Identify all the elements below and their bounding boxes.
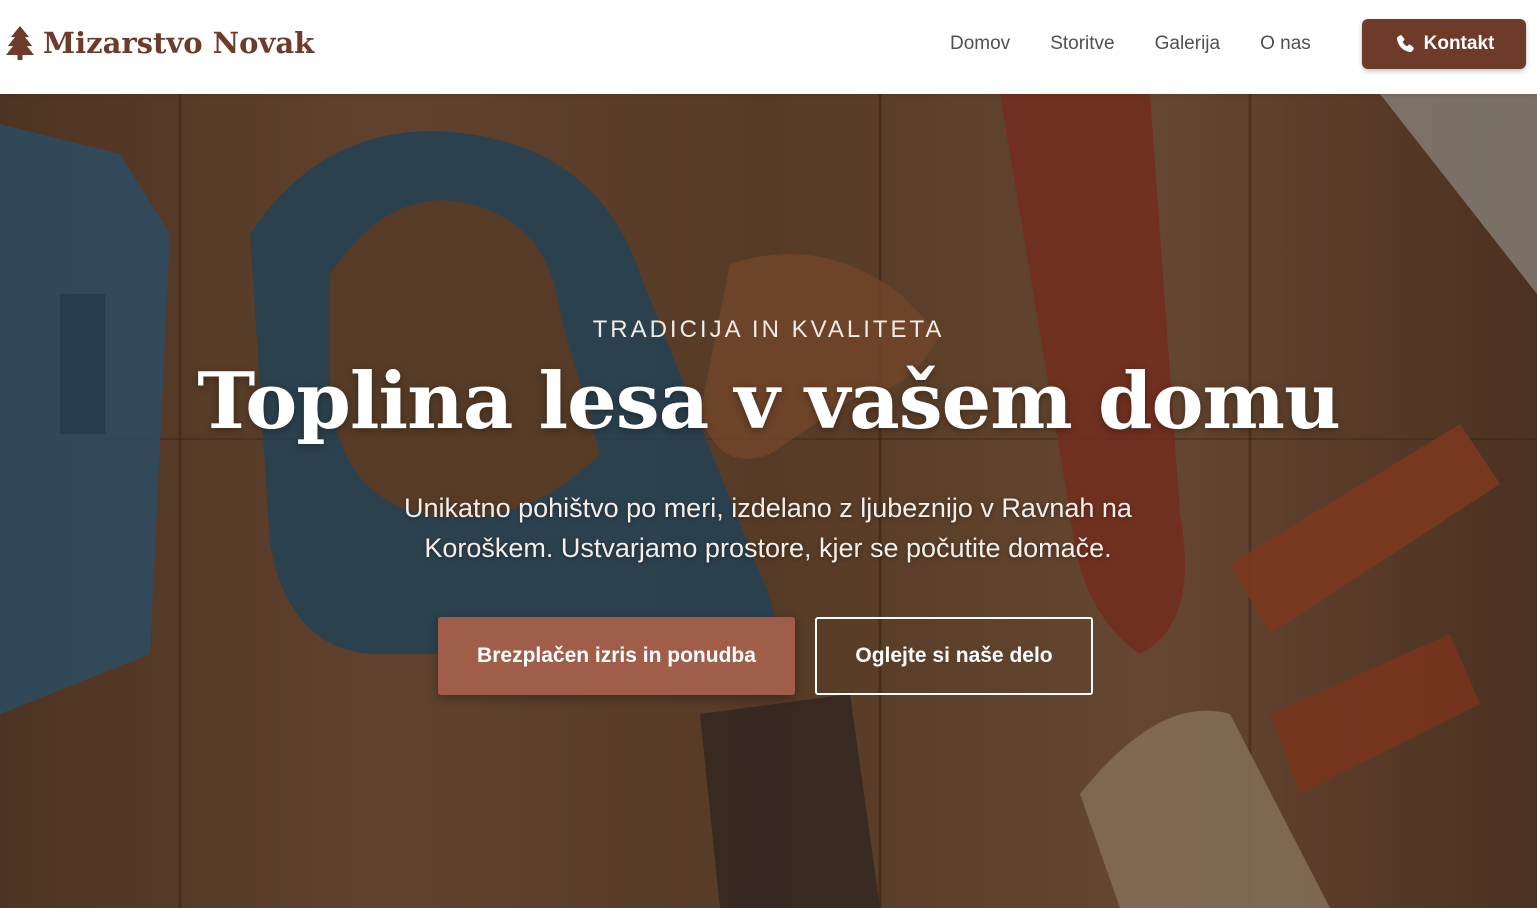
brand-name: Mizarstvo Novak bbox=[43, 26, 315, 60]
view-work-button[interactable]: Oglejte si naše delo bbox=[815, 617, 1093, 695]
hero-content: TRADICIJA IN KVALITETA Toplina lesa v va… bbox=[0, 94, 1537, 908]
navbar: Mizarstvo Novak Domov Storitve Galerija … bbox=[0, 0, 1537, 94]
phone-icon bbox=[1396, 35, 1414, 53]
brand-logo[interactable]: Mizarstvo Novak bbox=[5, 25, 314, 61]
main-nav: Domov Storitve Galerija O nas bbox=[950, 33, 1351, 55]
nav-link-storitve[interactable]: Storitve bbox=[1050, 33, 1114, 55]
tree-icon bbox=[6, 26, 34, 60]
hero-eyebrow: TRADICIJA IN KVALITETA bbox=[592, 316, 945, 343]
nav-link-o-nas[interactable]: O nas bbox=[1260, 33, 1311, 55]
hero-title: Toplina lesa v vašem domu bbox=[197, 356, 1341, 447]
nav-link-domov[interactable]: Domov bbox=[950, 33, 1010, 55]
contact-button[interactable]: Kontakt bbox=[1362, 19, 1526, 69]
nav-link-galerija[interactable]: Galerija bbox=[1155, 33, 1220, 55]
free-quote-button[interactable]: Brezplačen izris in ponudba bbox=[438, 617, 795, 695]
hero-section: TRADICIJA IN KVALITETA Toplina lesa v va… bbox=[0, 94, 1537, 908]
hero-subtitle: Unikatno pohištvo po meri, izdelano z lj… bbox=[404, 493, 1132, 563]
contact-button-label: Kontakt bbox=[1423, 33, 1495, 54]
